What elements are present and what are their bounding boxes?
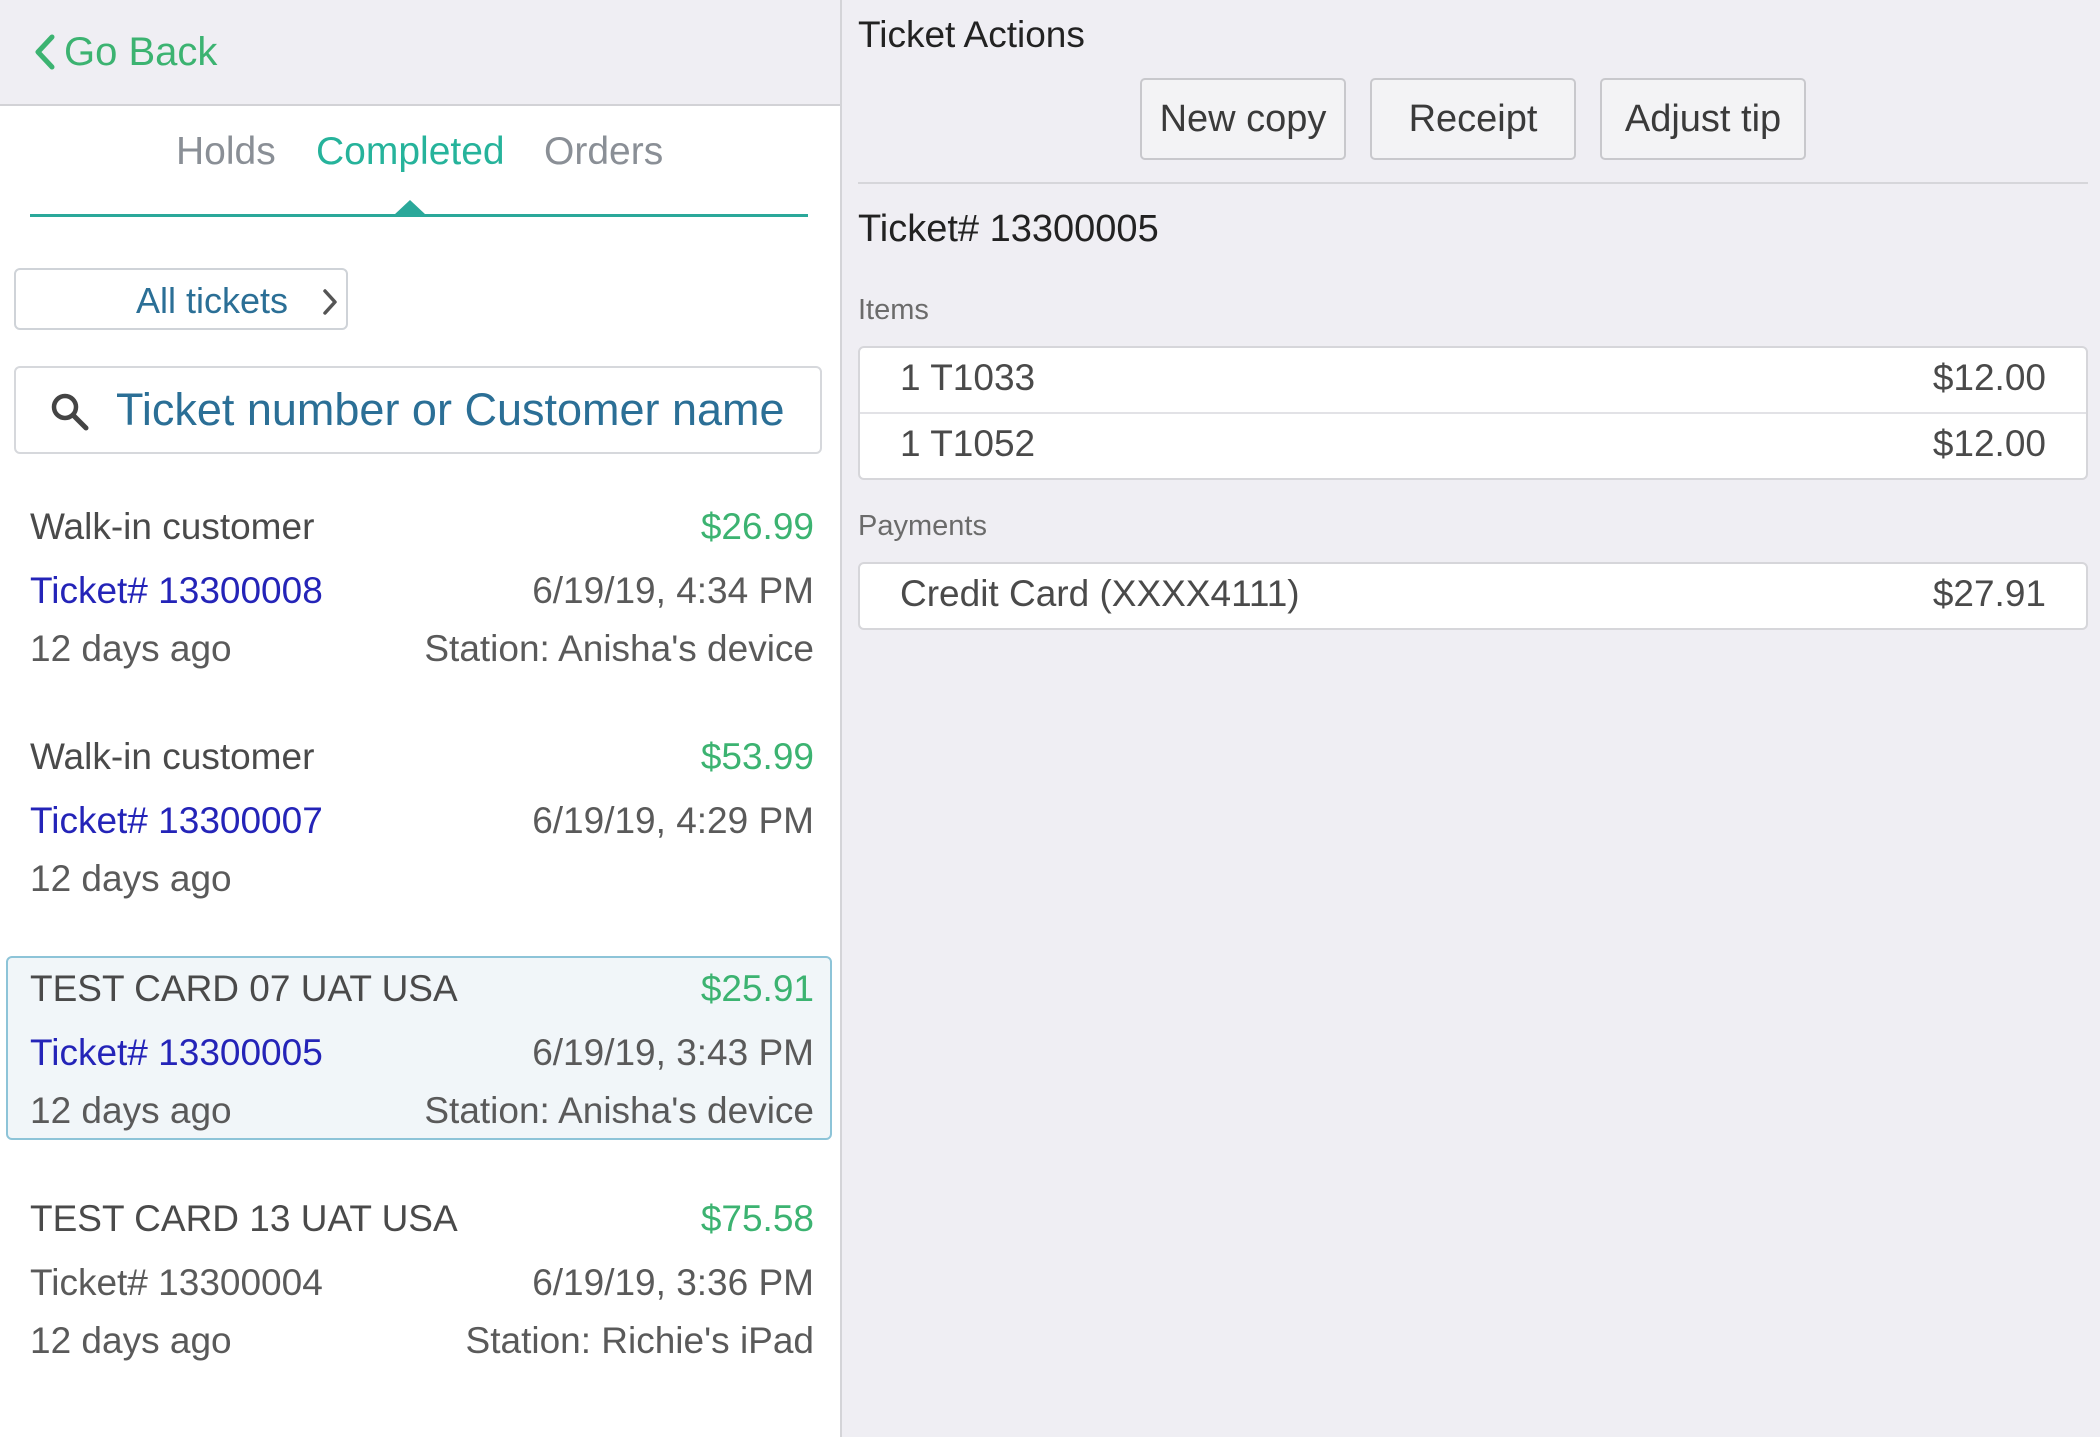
ticket-detail-title: Ticket# 13300005 bbox=[858, 208, 1159, 250]
ticket-amount: $53.99 bbox=[700, 736, 814, 777]
ticket-amount: $26.99 bbox=[700, 506, 814, 547]
ticket-age: 12 days ago bbox=[30, 628, 232, 669]
ticket-datetime: 6/19/19, 3:36 PM bbox=[532, 1262, 814, 1303]
ticket-list-item[interactable]: TEST CARD 13 UAT USA $75.58 Ticket# 1330… bbox=[6, 1186, 832, 1370]
ticket-number-link[interactable]: Ticket# 13300007 bbox=[30, 800, 323, 842]
item-description: 1 T1052 bbox=[900, 423, 1036, 464]
go-back-label: Go Back bbox=[64, 29, 218, 74]
ticket-list-item[interactable]: Walk-in customer $53.99 Ticket# 13300007… bbox=[6, 724, 832, 908]
ticket-datetime: 6/19/19, 4:29 PM bbox=[532, 800, 814, 841]
active-tab-indicator bbox=[394, 200, 426, 215]
tab-underline bbox=[30, 214, 808, 217]
tab-completed[interactable]: Completed bbox=[316, 130, 505, 174]
customer-name: TEST CARD 13 UAT USA bbox=[30, 1198, 458, 1239]
payment-amount: $27.91 bbox=[1932, 573, 2046, 614]
all-tickets-filter-button[interactable]: All tickets bbox=[14, 268, 348, 330]
ticket-age: 12 days ago bbox=[30, 1320, 232, 1361]
item-description: 1 T1033 bbox=[900, 357, 1036, 398]
chevron-left-icon bbox=[35, 34, 55, 70]
ticket-amount: $25.91 bbox=[700, 968, 814, 1009]
ticket-age: 12 days ago bbox=[30, 1090, 232, 1131]
payments-list: Credit Card (XXXX4111) $27.91 bbox=[858, 562, 2088, 630]
nav-bar: Go Back bbox=[0, 0, 840, 106]
ticket-actions-bar: New copy Receipt Adjust tip bbox=[842, 78, 2100, 162]
customer-name: Walk-in customer bbox=[30, 736, 315, 777]
ticket-list-item-selected[interactable]: TEST CARD 07 UAT USA $25.91 Ticket# 1330… bbox=[6, 956, 832, 1140]
items-list: 1 T1033 $12.00 1 T1052 $12.00 bbox=[858, 346, 2088, 480]
customer-name: TEST CARD 07 UAT USA bbox=[30, 968, 458, 1009]
ticket-datetime: 6/19/19, 4:34 PM bbox=[532, 570, 814, 611]
divider bbox=[858, 182, 2088, 184]
ticket-actions-title: Ticket Actions bbox=[858, 14, 1085, 55]
ticket-list-pane: Go Back Holds Completed Orders All ticke… bbox=[0, 0, 842, 1437]
chevron-right-icon bbox=[323, 289, 337, 315]
items-label: Items bbox=[858, 294, 929, 326]
adjust-tip-button[interactable]: Adjust tip bbox=[1600, 78, 1806, 160]
payment-method: Credit Card (XXXX4111) bbox=[900, 573, 1300, 614]
ticket-list-item[interactable]: Walk-in customer $26.99 Ticket# 13300008… bbox=[6, 494, 832, 678]
new-copy-button[interactable]: New copy bbox=[1140, 78, 1346, 160]
tab-holds[interactable]: Holds bbox=[176, 130, 276, 174]
item-row: 1 T1033 $12.00 bbox=[860, 348, 2086, 414]
search-icon bbox=[51, 393, 89, 431]
tab-orders[interactable]: Orders bbox=[544, 130, 663, 174]
ticket-station: Station: Anisha's device bbox=[424, 1090, 814, 1131]
customer-name: Walk-in customer bbox=[30, 506, 315, 547]
item-price: $12.00 bbox=[1932, 357, 2046, 398]
ticket-station: Station: Richie's iPad bbox=[465, 1320, 814, 1361]
item-row: 1 T1052 $12.00 bbox=[860, 414, 2086, 478]
filter-label: All tickets bbox=[136, 280, 289, 321]
search-input[interactable] bbox=[116, 378, 806, 442]
ticket-number-link[interactable]: Ticket# 13300008 bbox=[30, 570, 323, 612]
item-price: $12.00 bbox=[1932, 423, 2046, 464]
payments-label: Payments bbox=[858, 510, 987, 542]
ticket-amount: $75.58 bbox=[700, 1198, 814, 1239]
ticket-detail-pane: Ticket Actions New copy Receipt Adjust t… bbox=[842, 0, 2100, 1437]
go-back-button[interactable]: Go Back bbox=[34, 22, 217, 82]
search-box bbox=[14, 366, 822, 454]
payment-row: Credit Card (XXXX4111) $27.91 bbox=[860, 564, 2086, 628]
ticket-station: Station: Anisha's device bbox=[424, 628, 814, 669]
ticket-age: 12 days ago bbox=[30, 858, 232, 899]
receipt-button[interactable]: Receipt bbox=[1370, 78, 1576, 160]
ticket-datetime: 6/19/19, 3:43 PM bbox=[532, 1032, 814, 1073]
ticket-number-link[interactable]: Ticket# 13300005 bbox=[30, 1032, 323, 1074]
ticket-number: Ticket# 13300004 bbox=[30, 1262, 323, 1303]
ticket-tabs: Holds Completed Orders bbox=[30, 118, 808, 218]
